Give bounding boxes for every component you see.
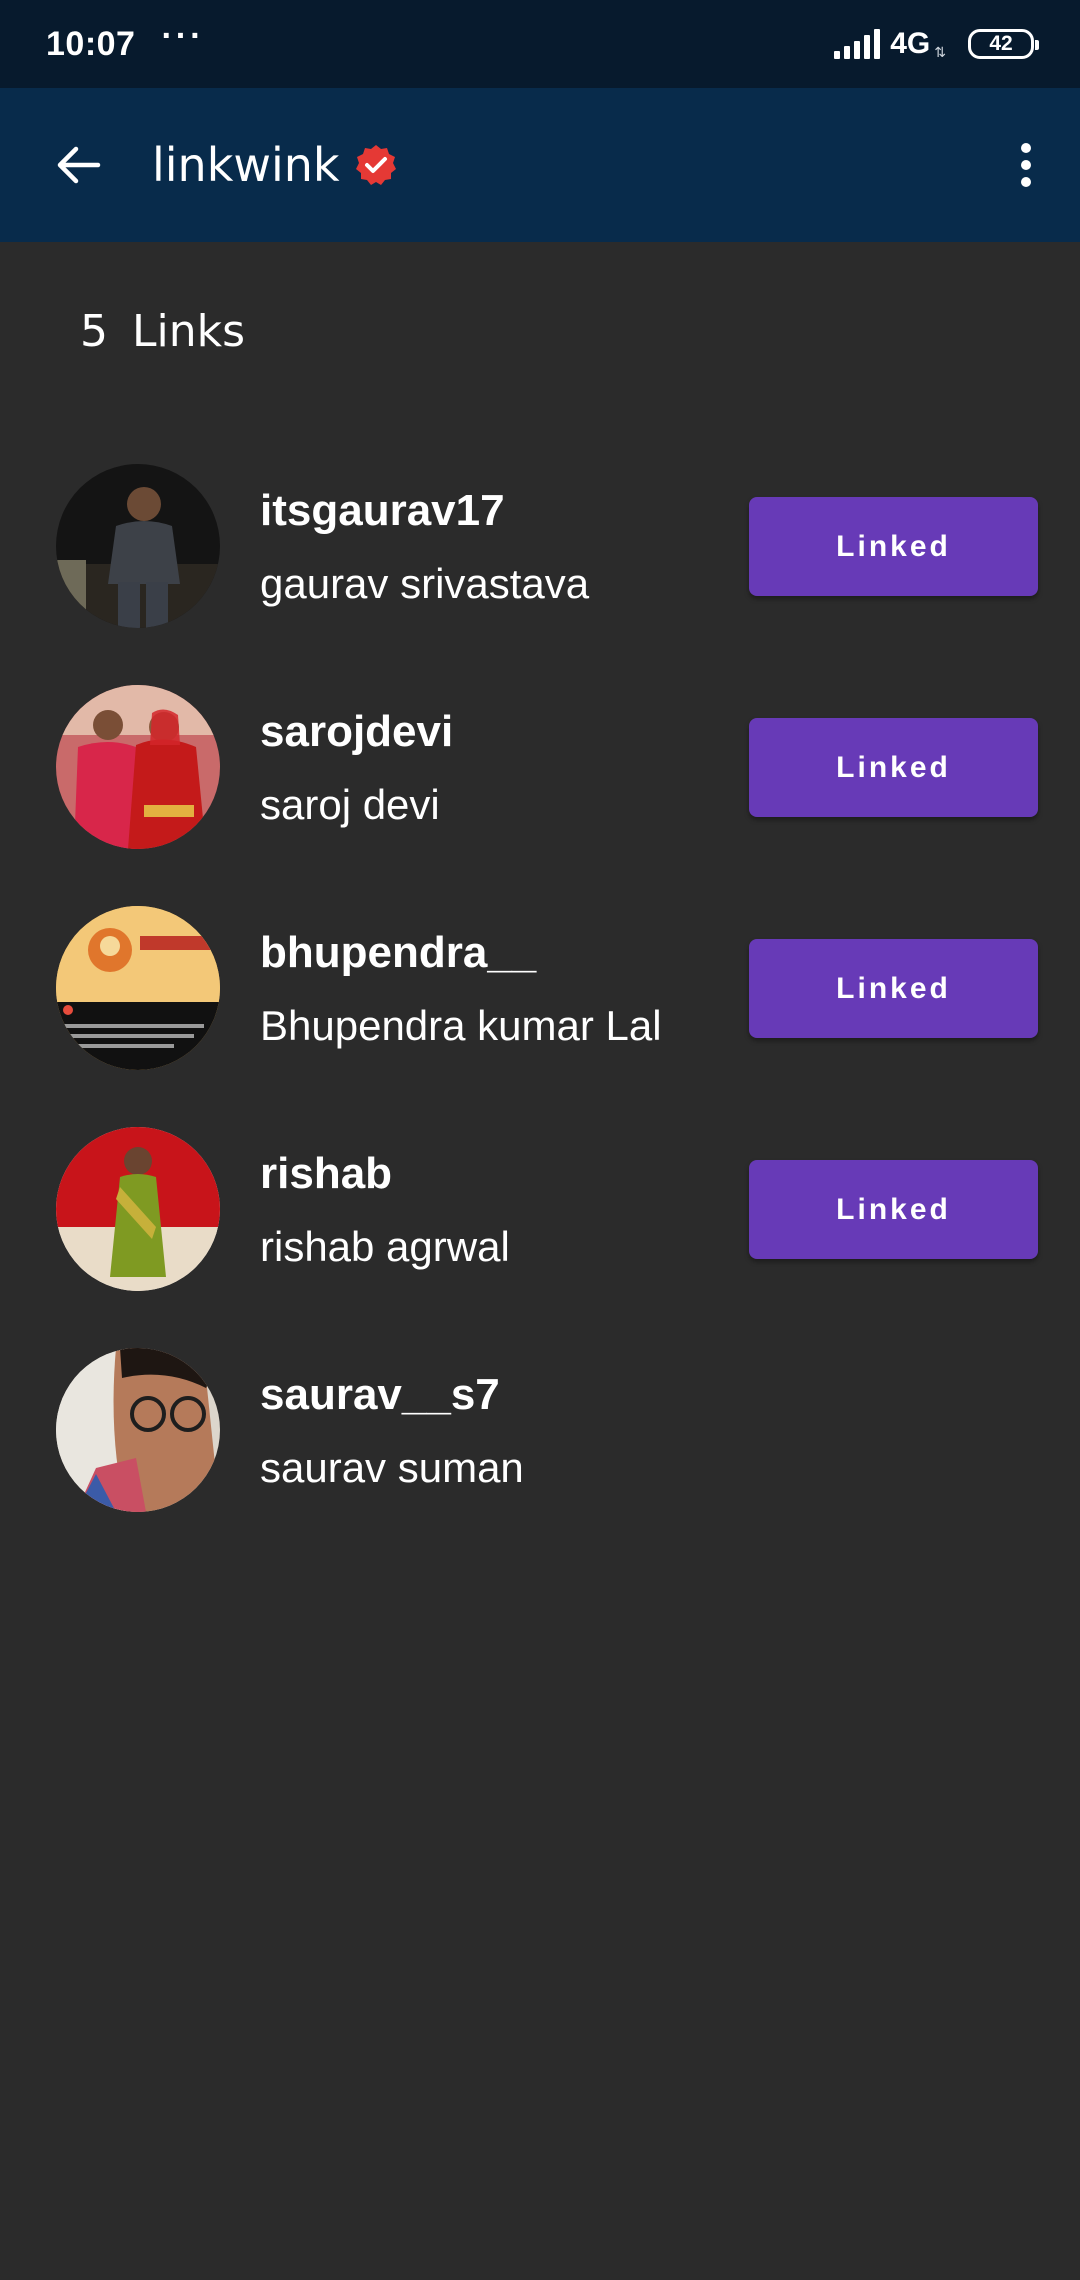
status-bar: 10:07 ··· 4G ⇅ 42 — [0, 0, 1080, 88]
list-item[interactable]: itsgaurav17 gaurav srivastava Linked — [0, 460, 1080, 681]
full-name: rishab agrwal — [260, 1223, 510, 1270]
more-options-button[interactable] — [1006, 135, 1046, 195]
avatar[interactable] — [56, 464, 220, 628]
username: saurav__s7 — [260, 1370, 500, 1419]
avatar[interactable] — [56, 906, 220, 1070]
list-item[interactable]: rishab rishab agrwal Linked — [0, 1123, 1080, 1344]
list-item[interactable]: sarojdevi saroj devi Linked — [0, 681, 1080, 902]
avatar[interactable] — [56, 1348, 220, 1512]
full-name: saurav suman — [260, 1444, 524, 1491]
app-bar: linkwink — [0, 88, 1080, 242]
linked-button[interactable]: Linked — [749, 939, 1038, 1038]
title-group: linkwink — [152, 138, 398, 192]
username: bhupendra__ — [260, 928, 537, 977]
status-indicators: 4G ⇅ 42 — [834, 27, 1039, 61]
signal-icon — [834, 29, 881, 59]
page-title: linkwink — [152, 138, 340, 192]
linked-button[interactable]: Linked — [749, 497, 1038, 596]
network-type: 4G — [890, 27, 931, 60]
battery-level: 42 — [989, 32, 1013, 55]
list-item[interactable]: saurav__s7 saurav suman — [0, 1344, 1080, 1565]
back-button[interactable] — [50, 137, 106, 193]
avatar[interactable] — [56, 685, 220, 849]
username: rishab — [260, 1149, 393, 1198]
notification-dots-icon: ··· — [161, 17, 205, 55]
more-vert-icon — [1021, 143, 1031, 153]
full-name: Bhupendra kumar Lal — [260, 1002, 662, 1049]
back-arrow-icon — [57, 146, 101, 184]
links-count: 5 Links — [80, 306, 246, 357]
full-name: saroj devi — [260, 781, 440, 828]
avatar[interactable] — [56, 1127, 220, 1291]
username: itsgaurav17 — [260, 486, 505, 535]
linked-button[interactable]: Linked — [749, 1160, 1038, 1259]
username: sarojdevi — [260, 707, 454, 756]
linked-button[interactable]: Linked — [749, 718, 1038, 817]
data-activity-icon: ⇅ — [934, 43, 946, 60]
list-item[interactable]: bhupendra__ Bhupendra kumar Lal Linked — [0, 902, 1080, 1123]
full-name: gaurav srivastava — [260, 560, 590, 607]
battery-icon: 42 — [968, 29, 1039, 59]
link-list: itsgaurav17 gaurav srivastava Linked sar… — [0, 460, 1080, 1565]
status-time: 10:07 — [46, 24, 136, 63]
verified-badge-icon — [354, 143, 398, 187]
